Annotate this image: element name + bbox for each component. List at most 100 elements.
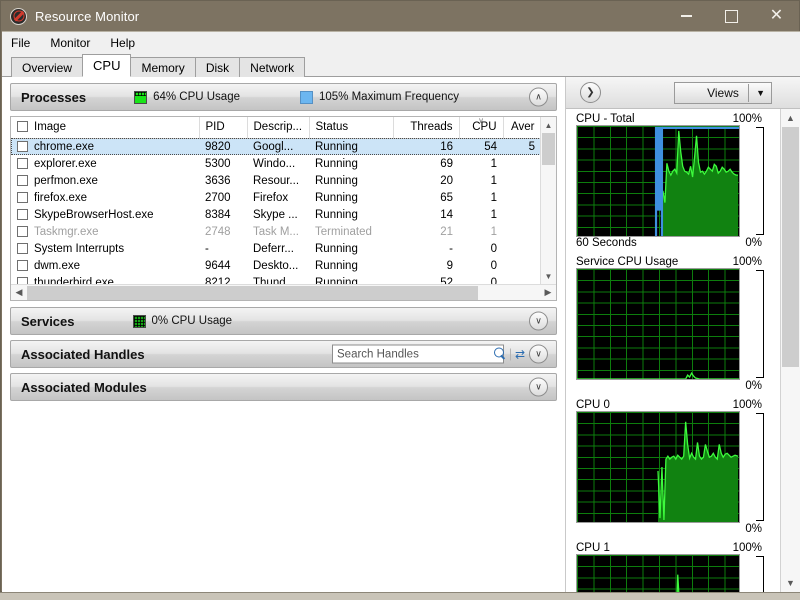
table-row[interactable]: firefox.exe 2700 Firefox Running 65 1 — [11, 189, 541, 206]
row-checkbox[interactable] — [17, 259, 28, 271]
max-frequency-legend: 105% Maximum Frequency — [300, 90, 459, 104]
graph-max-label: 100% — [732, 399, 762, 411]
column-header-status[interactable]: Status — [309, 117, 394, 139]
minimize-button[interactable] — [664, 1, 709, 31]
graph-title: CPU - Total — [576, 113, 635, 125]
processes-table-container: Image PID Descrip... Status Threads ∨ CPU — [10, 116, 557, 301]
left-pane: Processes 64% CPU Usage 105% Maximum Fre… — [2, 77, 565, 592]
column-header-image[interactable]: Image — [11, 117, 200, 139]
row-checkbox[interactable] — [17, 191, 28, 203]
cell-status: Running — [309, 138, 393, 155]
cell-threads: 21 — [440, 225, 453, 238]
scroll-right-icon[interactable]: ▶ — [540, 287, 556, 298]
views-button[interactable]: Views ▼ — [674, 82, 772, 104]
cell-description: Googl... — [247, 138, 309, 155]
menu-item-monitor[interactable]: Monitor — [50, 34, 101, 52]
table-row[interactable]: perfmon.exe 3636 Resour... Running 20 1 — [11, 172, 541, 189]
graph-cpu-0-plot — [576, 411, 740, 523]
client-area: File Monitor Help Overview CPU Memory Di… — [2, 31, 800, 592]
cell-cpu: 0 — [490, 242, 497, 255]
cell-cpu: 0 — [490, 259, 497, 272]
table-row[interactable]: System Interrupts - Deferr... Running - … — [11, 240, 541, 257]
cell-image: Taskmgr.exe — [11, 223, 199, 240]
table-row[interactable]: Taskmgr.exe 2748 Task M... Terminated 21… — [11, 223, 541, 240]
graph-panel-scrollbar[interactable]: ▲ ▼ — [780, 109, 800, 592]
cell-threads: 69 — [440, 157, 453, 170]
cell-description: Skype ... — [253, 208, 298, 221]
tab-network[interactable]: Network — [239, 57, 306, 77]
column-header-average[interactable]: Aver — [503, 117, 542, 139]
cell-threads: 16 — [393, 138, 459, 155]
services-section-header[interactable]: Services 0% CPU Usage ∨ — [10, 307, 557, 335]
graph-cpu-0: CPU 0 100% 0% — [576, 399, 764, 535]
column-header-threads[interactable]: Threads — [393, 117, 460, 139]
scroll-up-icon[interactable]: ▲ — [781, 109, 800, 127]
handles-section-header[interactable]: Associated Handles ⇄ ∨ — [10, 340, 557, 368]
processes-collapse-button[interactable]: ∧ — [529, 87, 548, 107]
search-icon[interactable] — [494, 347, 507, 361]
column-header-description[interactable]: Descrip... — [247, 117, 310, 139]
scroll-up-icon[interactable]: ▲ — [541, 117, 556, 133]
graph-scroll-thumb[interactable] — [782, 127, 799, 367]
handles-expand-button[interactable]: ∨ — [529, 344, 548, 364]
close-button[interactable]: ✕ — [754, 1, 799, 31]
graph-range-bracket — [756, 413, 764, 521]
expand-panel-button[interactable]: ❯ — [580, 82, 601, 103]
row-checkbox[interactable] — [17, 157, 28, 169]
column-label-image: Image — [34, 121, 66, 134]
modules-section-header[interactable]: Associated Modules ∨ — [10, 373, 557, 401]
tab-cpu[interactable]: CPU — [82, 54, 132, 77]
column-header-pid[interactable]: PID — [199, 117, 248, 139]
cell-pid: 9644 — [205, 259, 231, 272]
row-checkbox[interactable] — [17, 140, 28, 152]
views-label: Views — [707, 86, 739, 100]
tab-disk[interactable]: Disk — [194, 57, 241, 77]
vertical-scroll-thumb[interactable] — [542, 133, 555, 165]
cell-average — [503, 206, 541, 223]
graph-range-bracket — [756, 556, 764, 592]
graph-cpu-0-svg — [657, 421, 739, 522]
column-header-cpu[interactable]: ∨ CPU — [459, 117, 504, 139]
select-all-checkbox[interactable] — [17, 121, 28, 133]
graph-title: Service CPU Usage — [576, 256, 679, 268]
menu-item-help[interactable]: Help — [110, 34, 146, 52]
row-checkbox[interactable] — [17, 242, 28, 254]
cell-average — [503, 257, 541, 274]
processes-section-header[interactable]: Processes 64% CPU Usage 105% Maximum Fre… — [10, 83, 557, 111]
modules-expand-button[interactable]: ∨ — [529, 377, 548, 397]
graph-service-cpu-plot — [576, 268, 740, 380]
services-expand-button[interactable]: ∨ — [529, 311, 548, 331]
row-checkbox[interactable] — [17, 225, 28, 237]
table-row[interactable]: chrome.exe 9820 Googl... Running 16 54 5 — [11, 138, 541, 155]
table-horizontal-scrollbar[interactable]: ◀ ▶ — [11, 284, 556, 300]
window-frame: Resource Monitor ✕ File Monitor Help Ove… — [0, 0, 800, 592]
maximize-button[interactable] — [709, 1, 754, 31]
tab-memory[interactable]: Memory — [130, 57, 196, 77]
table-row[interactable]: explorer.exe 5300 Windo... Running 69 1 — [11, 155, 541, 172]
services-title: Services — [21, 313, 75, 329]
row-checkbox[interactable] — [17, 208, 28, 220]
cell-status: Running — [315, 242, 358, 255]
refresh-icon[interactable]: ⇄ — [510, 348, 525, 360]
scroll-down-icon[interactable]: ▼ — [781, 574, 800, 592]
horizontal-scroll-thumb[interactable] — [27, 285, 479, 300]
graph-max-label: 100% — [732, 256, 762, 268]
search-handles-input[interactable] — [337, 348, 491, 360]
cell-threads: 65 — [440, 191, 453, 204]
cpu-usage-legend: 64% CPU Usage — [134, 90, 240, 104]
chevron-down-icon: ▼ — [756, 88, 765, 98]
menu-item-file[interactable]: File — [11, 34, 41, 52]
horizontal-scroll-track[interactable] — [27, 285, 540, 300]
row-checkbox[interactable] — [17, 174, 28, 186]
scroll-left-icon[interactable]: ◀ — [11, 287, 27, 298]
table-row[interactable]: dwm.exe 9644 Deskto... Running 9 0 — [11, 257, 541, 274]
table-row[interactable]: SkypeBrowserHost.exe 8384 Skype ... Runn… — [11, 206, 541, 223]
chevron-up-icon: ∧ — [535, 91, 542, 102]
graph-range-bracket — [756, 270, 764, 378]
search-handles-box[interactable]: ⇄ — [332, 344, 525, 364]
cell-description: Deskto... — [253, 259, 299, 272]
table-vertical-scrollbar[interactable]: ▲ ▼ — [540, 117, 556, 284]
tab-overview[interactable]: Overview — [11, 57, 84, 77]
scroll-down-icon[interactable]: ▼ — [541, 268, 556, 284]
cell-image: perfmon.exe — [11, 172, 199, 189]
